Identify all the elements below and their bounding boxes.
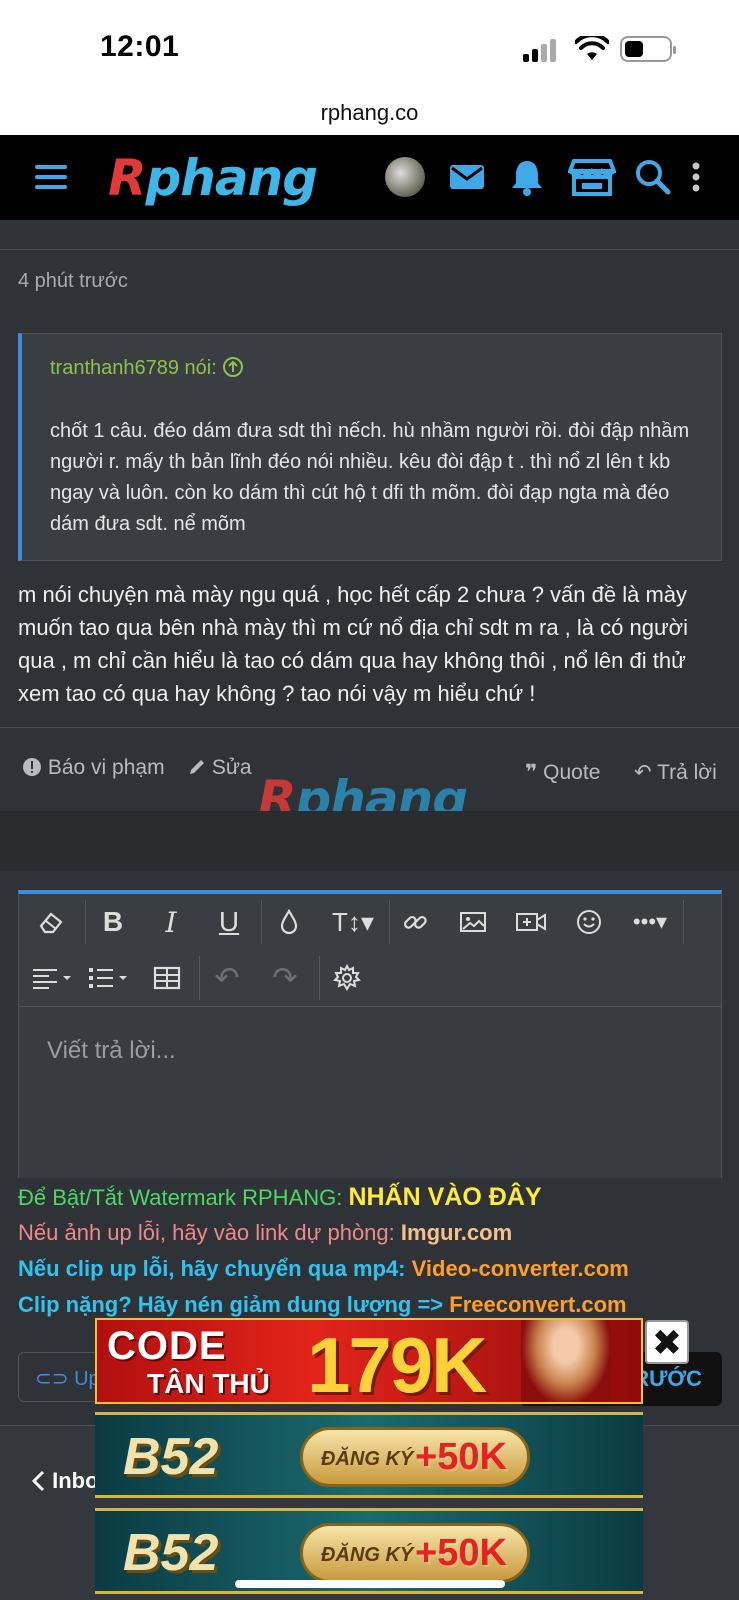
post-message: m nói chuyện mà mày ngu quá , học hết cấ… xyxy=(18,582,689,706)
editor-toolbar-row-2: ↶ ↷ xyxy=(19,950,721,1006)
menu-icon[interactable] xyxy=(35,165,67,191)
bold-icon[interactable]: B xyxy=(93,902,133,942)
report-button[interactable]: Báo vi phạm xyxy=(22,756,165,780)
app-header: Rphang xyxy=(0,135,739,220)
ad-model-image xyxy=(521,1320,611,1402)
signal-icon xyxy=(523,38,563,62)
url-bar[interactable]: rphang.co xyxy=(0,95,739,135)
alert-icon xyxy=(23,758,41,776)
watermark-toggle-link[interactable]: NHẤN VÀO ĐÂY xyxy=(349,1183,542,1211)
edit-button[interactable]: Sửa xyxy=(188,756,252,780)
italic-icon[interactable]: I xyxy=(151,902,191,942)
avatar[interactable] xyxy=(385,157,425,197)
home-indicator[interactable] xyxy=(235,1580,505,1588)
emoji-icon[interactable] xyxy=(569,902,609,942)
quote-block: tranthanh6789 nói: chốt 1 câu. đéo dám đ… xyxy=(18,333,722,561)
post-top-divider xyxy=(0,220,739,250)
quote-button[interactable]: ❞ Quote xyxy=(525,760,600,785)
search-icon[interactable] xyxy=(633,157,673,197)
reply-textarea[interactable]: Viết trả lời... xyxy=(19,1006,721,1178)
mail-icon[interactable] xyxy=(447,157,487,197)
reply-icon: ↶ xyxy=(634,761,652,784)
status-time: 12:01 xyxy=(100,30,180,63)
settings-icon[interactable] xyxy=(327,958,367,998)
battery-icon xyxy=(620,36,676,62)
site-logo[interactable]: Rphang xyxy=(108,149,318,207)
ad-close-button[interactable]: ✖ xyxy=(645,1320,689,1364)
undo-icon[interactable]: ↶ xyxy=(207,958,247,998)
link-icon[interactable] xyxy=(395,902,435,942)
pencil-icon xyxy=(190,760,204,774)
image-icon[interactable] xyxy=(453,902,493,942)
table-icon[interactable] xyxy=(147,958,187,998)
quote-author[interactable]: tranthanh6789 nói: xyxy=(50,356,244,380)
register-badge: ĐĂNG KÝ +50K xyxy=(300,1427,530,1487)
freeconvert-link[interactable]: Freeconvert.com xyxy=(449,1292,626,1317)
paperclip-icon: ⊂⊃ xyxy=(35,1368,69,1390)
inbox-link[interactable]: Inbo xyxy=(30,1468,99,1494)
reply-placeholder: Viết trả lời... xyxy=(47,1037,176,1064)
clip-convert-note: Nếu clip up lỗi, hãy chuyển qua mp4: Vid… xyxy=(18,1256,629,1281)
more-icon[interactable] xyxy=(686,157,706,197)
list-icon[interactable] xyxy=(85,958,133,998)
align-icon[interactable] xyxy=(29,958,77,998)
ad-banner-code[interactable]: CODE TÂN THỦ 179K xyxy=(95,1318,643,1404)
arrow-up-circle-icon[interactable] xyxy=(222,356,244,378)
ad-banner-b52[interactable]: B52 ĐĂNG KÝ +50K xyxy=(95,1412,643,1498)
editor-toolbar-row-1: B I U T↕▾ •••▾ xyxy=(19,894,721,950)
store-icon[interactable] xyxy=(568,157,616,197)
redo-icon[interactable]: ↷ xyxy=(265,958,305,998)
chevron-left-icon xyxy=(31,1470,45,1492)
section-divider xyxy=(0,811,739,871)
quote-icon: ❞ xyxy=(525,761,538,784)
reply-button[interactable]: ↶ Trả lời xyxy=(634,760,717,785)
image-backup-note: Nếu ảnh up lỗi, hãy vào link dự phòng: I… xyxy=(18,1220,513,1245)
post-time: 4 phút trước xyxy=(18,270,128,292)
reply-editor: B I U T↕▾ •••▾ ↶ ↷ Viết trả lời... xyxy=(18,890,722,1178)
video-converter-link[interactable]: Video-converter.com xyxy=(412,1256,629,1281)
video-icon[interactable] xyxy=(511,902,551,942)
bell-icon[interactable] xyxy=(507,157,547,197)
register-badge: ĐĂNG KÝ +50K xyxy=(300,1523,530,1583)
text-size-icon[interactable]: T↕▾ xyxy=(327,902,379,942)
wifi-icon xyxy=(575,36,609,60)
clip-compress-note: Clip nặng? Hãy nén giảm dung lượng => Fr… xyxy=(18,1292,627,1317)
status-bar: 12:01 xyxy=(0,0,739,95)
quote-text: chốt 1 câu. đéo dám đưa sdt thì nếch. hù… xyxy=(50,420,690,535)
watermark-toggle-note: Để Bật/Tắt Watermark RPHANG: NHẤN VÀO ĐÂ… xyxy=(18,1183,542,1211)
underline-icon[interactable]: U xyxy=(209,902,249,942)
color-drop-icon[interactable] xyxy=(269,902,309,942)
imgur-link[interactable]: Imgur.com xyxy=(401,1220,512,1245)
eraser-icon[interactable] xyxy=(31,902,71,942)
more-options-icon[interactable]: •••▾ xyxy=(627,902,673,942)
